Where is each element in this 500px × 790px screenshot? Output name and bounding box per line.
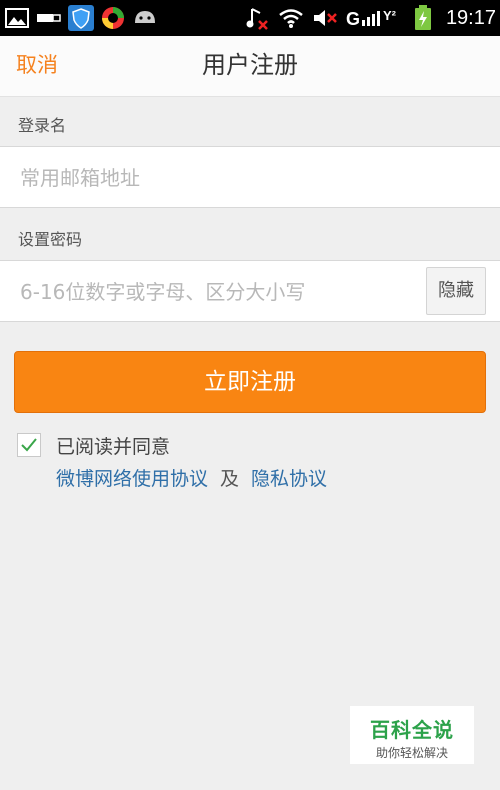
svg-text:G: G (346, 9, 360, 29)
svg-text:Y²: Y² (383, 8, 397, 23)
privacy-link[interactable]: 隐私协议 (251, 468, 327, 490)
username-label: 登录名 (18, 116, 67, 135)
battery-charging-icon (410, 5, 436, 31)
gallery-icon (4, 5, 30, 31)
status-bar: G Y² 19:17 (0, 0, 500, 36)
title-bar: 用户注册 取消 (0, 36, 500, 97)
agree-checkbox[interactable] (17, 433, 41, 457)
and-text: 及 (220, 468, 240, 490)
watermark-logo: 百科全说 助你轻松解决 (350, 706, 474, 764)
shield-icon (68, 5, 94, 31)
password-input[interactable] (18, 261, 412, 323)
page-title: 用户注册 (202, 51, 298, 79)
watermark-subtitle: 助你轻松解决 (375, 746, 448, 760)
status-right: G Y² 19:17 (244, 0, 496, 36)
register-button[interactable]: 立即注册 (14, 351, 486, 413)
status-left (4, 0, 158, 36)
mute-icon (312, 5, 338, 31)
app-icon (100, 5, 126, 31)
wifi-icon (278, 5, 304, 31)
password-row: 隐藏 (0, 260, 500, 323)
terms-line: 微博网络使用协议及隐私协议 (56, 464, 327, 491)
hide-password-button[interactable]: 隐藏 (426, 267, 486, 315)
cancel-button[interactable]: 取消 (16, 36, 58, 96)
music-off-icon (244, 5, 270, 31)
usb-icon (36, 5, 62, 31)
agree-label: 已阅读并同意 (56, 436, 171, 458)
terms-link[interactable]: 微博网络使用协议 (56, 468, 208, 490)
watermark-title: 百科全说 (370, 718, 454, 742)
username-row (0, 146, 500, 209)
clock: 19:17 (445, 6, 496, 29)
signal-icon: G Y² (346, 5, 402, 31)
android-icon (132, 5, 158, 31)
username-input[interactable] (18, 147, 482, 209)
check-icon (21, 438, 37, 452)
password-label: 设置密码 (18, 230, 83, 249)
